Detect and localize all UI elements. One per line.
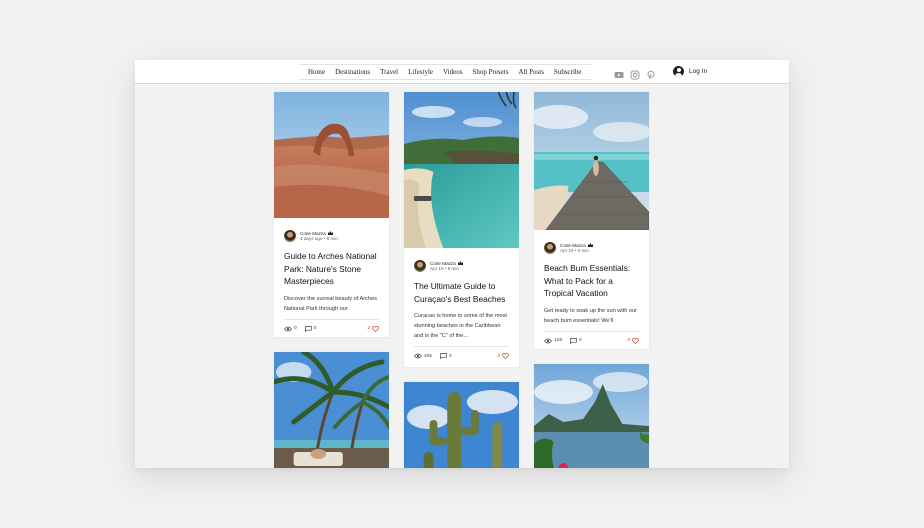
post-cover-image [274, 352, 389, 468]
post-cover-image [274, 92, 389, 218]
blog-post-card[interactable] [403, 381, 520, 468]
post-stats: 0 0 2 [284, 325, 379, 332]
comment-icon [570, 337, 577, 344]
blog-post-card[interactable] [273, 351, 390, 468]
like-button[interactable]: 3 [627, 337, 639, 344]
user-icon [673, 66, 684, 77]
divider [284, 318, 379, 320]
login-button[interactable]: Log In [673, 66, 707, 77]
comment-count: 0 [449, 353, 452, 359]
login-label: Log In [689, 68, 708, 75]
crown-icon [457, 261, 463, 266]
comment-icon [304, 325, 312, 332]
eye-icon [284, 326, 292, 331]
view-count: 405 [424, 353, 433, 359]
eye-icon [414, 353, 422, 359]
post-cover-image [404, 92, 519, 248]
post-cover-image [534, 364, 649, 468]
post-meta: Apr 16 • 5 min [560, 248, 593, 253]
nav-item-subscribe[interactable]: Subscribe [549, 68, 587, 76]
browser-frame: Home Destinations Travel Lifestyle Video… [135, 60, 789, 468]
heart-icon [372, 325, 379, 332]
comment-count: 0 [313, 326, 317, 331]
post-stats: 405 0 3 [414, 353, 509, 359]
post-date: Apr 16 [560, 248, 574, 253]
post-title[interactable]: Beach Bum Essentials: What to Pack for a… [544, 262, 639, 300]
nav-item-lifestyle[interactable]: Lifestyle [403, 68, 438, 76]
like-count: 3 [497, 353, 500, 359]
view-count: 129 [554, 338, 563, 343]
view-count: 0 [294, 326, 297, 331]
post-cover-image [404, 382, 519, 468]
nav-item-travel[interactable]: Travel [375, 68, 403, 76]
youtube-icon[interactable] [614, 67, 624, 78]
crown-icon [327, 231, 333, 236]
meta-separator: • [323, 236, 326, 241]
nav-item-shop-presets[interactable]: Shop Presets [467, 68, 513, 76]
nav-item-home[interactable]: Home [303, 68, 330, 76]
social-links [614, 67, 656, 80]
blog-post-card[interactable]: Corie Mazza Apr 16 • 5 min Beach Bum Ess… [533, 91, 650, 350]
blog-post-card[interactable]: Corie Mazza 4 days ago • 6 min Guide to … [273, 91, 390, 338]
post-excerpt: Get ready to soak up the sun with our be… [544, 307, 637, 324]
crown-icon [587, 243, 593, 248]
like-count: 3 [627, 338, 630, 343]
main-nav: Home Destinations Travel Lifestyle Video… [299, 64, 591, 80]
nav-item-all-posts[interactable]: All Posts [513, 68, 548, 76]
site-header: Home Destinations Travel Lifestyle Video… [135, 60, 789, 84]
post-date: Apr 16 [430, 266, 444, 271]
meta-separator: • [574, 248, 577, 253]
read-time: 5 min [577, 248, 589, 253]
like-button[interactable]: 3 [497, 353, 509, 359]
blog-post-card[interactable] [533, 363, 650, 468]
like-button[interactable]: 2 [367, 325, 379, 332]
eye-icon [544, 338, 552, 343]
comment-count: 0 [579, 338, 582, 343]
post-excerpt: Curacao is home to some of the most stun… [414, 313, 507, 339]
nav-item-videos[interactable]: Videos [438, 68, 467, 76]
post-cover-image [534, 92, 649, 230]
meta-separator: • [444, 266, 447, 271]
nav-item-destinations[interactable]: Destinations [330, 68, 375, 76]
read-time: 6 min [326, 236, 338, 241]
author-avatar[interactable] [544, 242, 556, 254]
blog-post-card[interactable]: Corie Mazza Apr 16 • 6 min The Ultimate … [403, 91, 520, 368]
post-date: 4 days ago [300, 236, 323, 241]
pinterest-icon[interactable] [646, 67, 656, 80]
instagram-icon[interactable] [630, 67, 640, 80]
post-meta: Apr 16 • 6 min [430, 266, 463, 271]
post-title[interactable]: Guide to Arches National Park: Nature's … [284, 250, 379, 288]
heart-icon [632, 337, 639, 344]
author-avatar[interactable] [284, 230, 296, 242]
heart-icon [502, 353, 509, 359]
post-meta: 4 days ago • 6 min [300, 236, 338, 241]
comment-icon [440, 353, 447, 359]
divider [414, 346, 509, 347]
like-count: 2 [367, 326, 370, 331]
read-time: 6 min [447, 266, 459, 271]
author-avatar[interactable] [414, 260, 426, 272]
post-stats: 129 0 3 [544, 337, 639, 344]
post-excerpt: Discover the surreal beauty of Arches Na… [284, 295, 377, 312]
post-title[interactable]: The Ultimate Guide to Curaçao's Best Bea… [414, 280, 509, 305]
divider [544, 330, 639, 332]
